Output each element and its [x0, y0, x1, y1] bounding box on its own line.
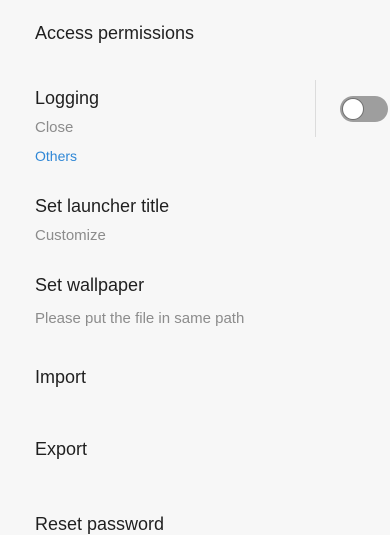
- logging-item[interactable]: Logging Close: [0, 70, 390, 140]
- import-title: Import: [35, 367, 87, 387]
- set-launcher-title-summary: Customize: [35, 227, 106, 244]
- reset-password-item[interactable]: Reset password: [0, 485, 390, 535]
- access-permissions-title: Access permissions: [35, 23, 195, 43]
- import-item[interactable]: Import: [0, 345, 390, 410]
- set-launcher-title-title: Set launcher title: [35, 196, 170, 216]
- set-wallpaper-item[interactable]: Set wallpaper Please put the file in sam…: [0, 260, 390, 335]
- logging-title: Logging: [35, 88, 100, 108]
- toggle-knob: [342, 98, 364, 120]
- divider: [315, 80, 316, 137]
- reset-password-title: Reset password: [35, 514, 165, 534]
- section-header-others: Others: [35, 148, 78, 164]
- logging-toggle[interactable]: [340, 96, 388, 122]
- set-wallpaper-summary: Please put the file in same path: [35, 310, 245, 327]
- export-title: Export: [35, 439, 88, 459]
- set-wallpaper-title: Set wallpaper: [35, 275, 145, 295]
- set-launcher-title-item[interactable]: Set launcher title Customize: [0, 180, 390, 255]
- export-item[interactable]: Export: [0, 415, 390, 480]
- access-permissions-item[interactable]: Access permissions: [0, 0, 390, 60]
- logging-summary: Close: [35, 119, 74, 136]
